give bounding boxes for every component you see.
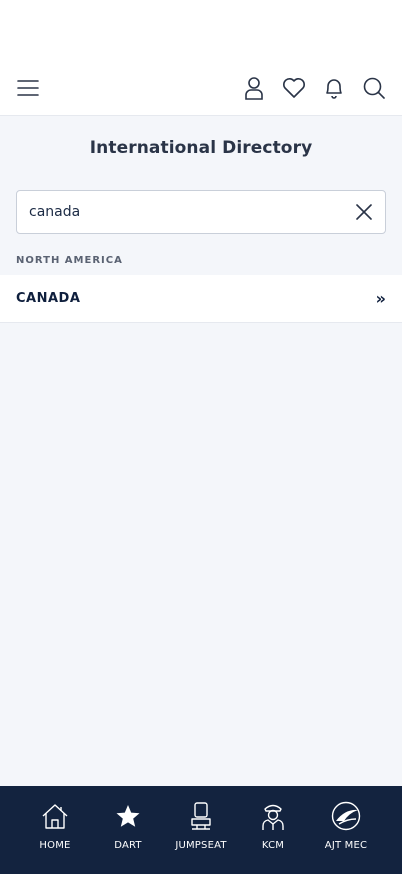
heart-icon[interactable] [280, 74, 308, 102]
star-icon [112, 800, 144, 832]
tab-label: AJT MEC [324, 840, 368, 851]
clear-search-button[interactable] [353, 201, 375, 223]
pilot-icon [257, 800, 289, 832]
bottom-tab-bar: HOME DART JUMPSEAT KCM AJT MEC [0, 786, 402, 874]
app-header [0, 60, 402, 116]
profile-icon[interactable] [240, 74, 268, 102]
tab-label: HOME [39, 840, 71, 851]
tab-label: DART [114, 840, 142, 851]
tab-ajt-mec[interactable]: AJT MEC [310, 800, 382, 854]
ajt-logo-icon [330, 800, 362, 832]
home-icon [39, 800, 71, 832]
list-item-label: CANADA [16, 291, 81, 306]
tab-home[interactable]: HOME [19, 800, 91, 854]
page-title: International Directory [89, 138, 313, 158]
list-item-country[interactable]: CANADA » [0, 275, 402, 323]
seat-icon [185, 800, 217, 832]
search-field[interactable] [16, 190, 386, 234]
tab-jumpseat[interactable]: JUMPSEAT [165, 800, 237, 854]
status-bar-area [0, 0, 402, 60]
menu-icon[interactable] [14, 74, 42, 102]
double-chevron-right-icon: » [375, 289, 386, 308]
bell-icon[interactable] [320, 74, 348, 102]
tab-kcm[interactable]: KCM [237, 800, 309, 854]
tab-label: KCM [261, 840, 285, 851]
tab-dart[interactable]: DART [92, 800, 164, 854]
section-header-region: NORTH AMERICA [16, 255, 123, 266]
close-icon [356, 204, 372, 220]
tab-label: JUMPSEAT [175, 840, 227, 851]
search-input[interactable] [29, 191, 349, 233]
search-icon[interactable] [360, 74, 388, 102]
